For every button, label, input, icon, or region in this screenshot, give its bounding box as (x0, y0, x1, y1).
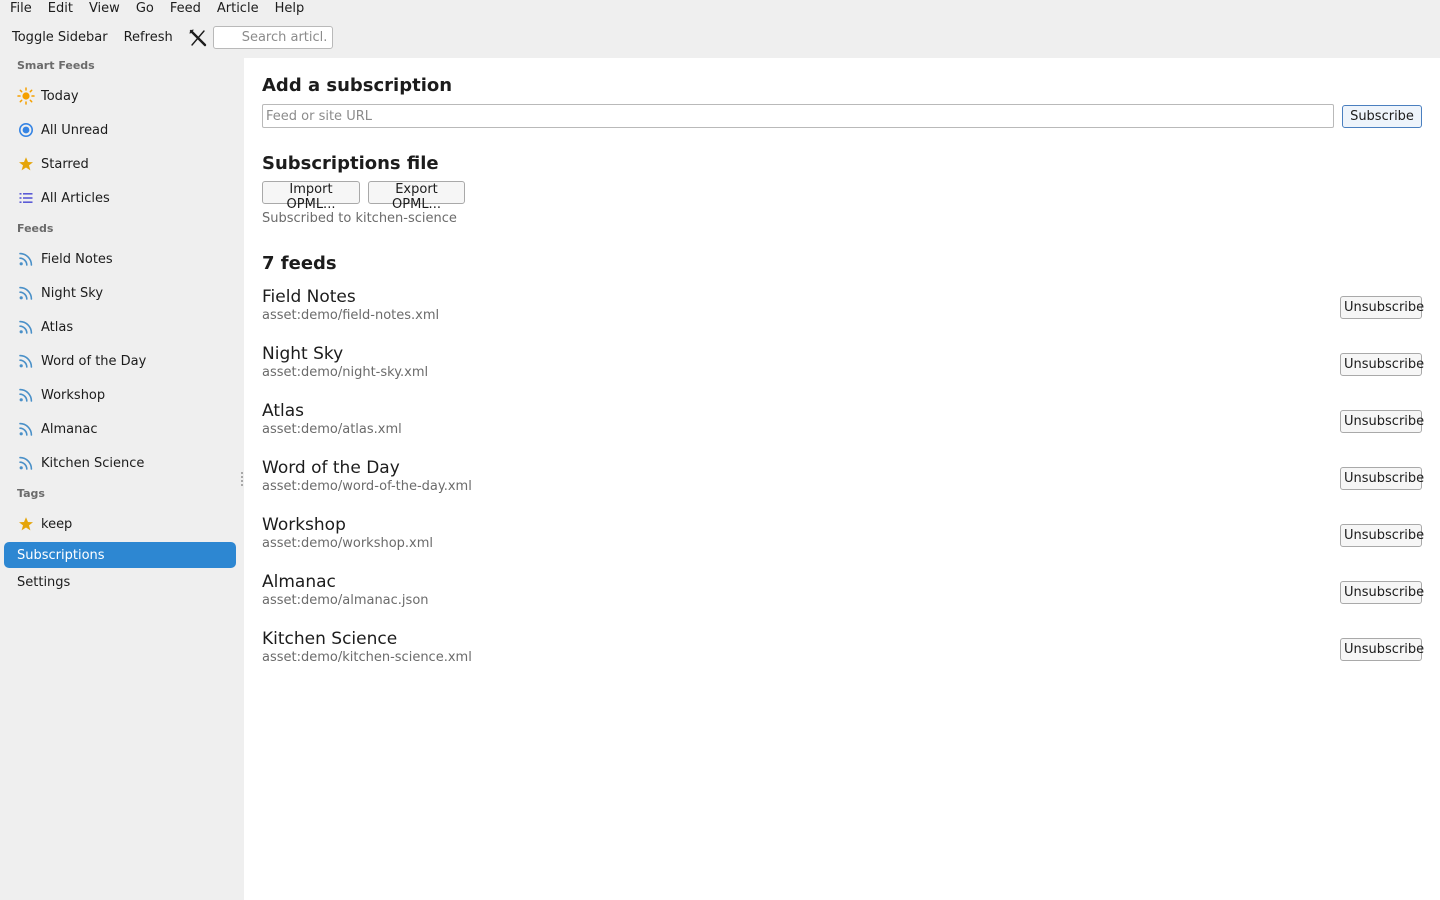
sidebar-item-night-sky[interactable]: Night Sky (4, 280, 236, 306)
tags-heading: Tags (17, 487, 45, 500)
rss-icon (17, 454, 35, 472)
unsubscribe-button[interactable]: Unsubscribe (1340, 638, 1424, 661)
feed-row: Almanac asset:demo/almanac.json Unsubscrib… (262, 572, 1424, 616)
sidebar-item-label: Atlas (41, 319, 74, 335)
feed-row: Night Sky asset:demo/night-sky.xml Unsubsc… (262, 344, 1424, 388)
menu-feed[interactable]: Feed (164, 0, 207, 17)
unsubscribe-button[interactable]: Unsubscribe (1340, 353, 1424, 376)
close-x-icon[interactable] (187, 27, 209, 49)
menu-help[interactable]: Help (269, 0, 311, 17)
feed-name: Kitchen Science (262, 629, 398, 649)
unsubscribe-button[interactable]: Unsubscribe (1340, 467, 1424, 490)
menu-edit[interactable]: Edit (42, 0, 79, 17)
add-subscription-heading: Add a subscription (262, 75, 453, 96)
subscriptions-panel: Add a subscription Subscribe Subscriptio… (244, 58, 1440, 900)
unsubscribe-button[interactable]: Unsubscribe (1340, 581, 1424, 604)
export-opml-button[interactable]: Export OPML... (368, 181, 465, 212)
menu-bar: File Edit View Go Feed Article Help (0, 0, 1440, 17)
feed-row: Word of the Day asset:demo/word-of-the-da… (262, 458, 1424, 502)
sidebar-item-atlas[interactable]: Atlas (4, 314, 236, 340)
sidebar-item-starred[interactable]: Starred (4, 151, 236, 177)
smart-feeds-heading: Smart Feeds (17, 59, 95, 72)
sidebar-item-today[interactable]: Today (4, 83, 236, 109)
feed-row: Atlas asset:demo/atlas.xml Unsubscribe (262, 401, 1424, 445)
feed-url: asset:demo/field-notes.xml (262, 308, 440, 323)
unsubscribe-button[interactable]: Unsubscribe (1340, 296, 1424, 319)
sidebar-item-label: Almanac (41, 421, 98, 437)
sidebar-item-workshop[interactable]: Workshop (4, 382, 236, 408)
feed-url: asset:demo/kitchen-science.xml (262, 650, 472, 665)
star-icon (17, 515, 35, 533)
unsubscribe-button[interactable]: Unsubscribe (1340, 410, 1424, 433)
toolbar: Toggle Sidebar Refresh (0, 17, 1440, 58)
sidebar-item-label: All Unread (41, 122, 109, 138)
search-input[interactable] (212, 26, 333, 49)
sidebar-item-label: Word of the Day (41, 353, 147, 369)
sidebar-item-settings[interactable]: Settings (4, 569, 236, 595)
rss-icon (17, 420, 35, 438)
feed-url: asset:demo/almanac.json (262, 593, 429, 608)
rss-icon (17, 318, 35, 336)
feed-url: asset:demo/atlas.xml (262, 422, 402, 437)
feed-url-input[interactable] (262, 104, 1334, 128)
feed-url: asset:demo/workshop.xml (262, 536, 434, 551)
sidebar-item-label: Subscriptions (17, 547, 105, 563)
unsubscribe-button[interactable]: Unsubscribe (1340, 524, 1424, 547)
feed-row: Field Notes asset:demo/field-notes.xml Uns… (262, 287, 1424, 331)
feed-row: Workshop asset:demo/workshop.xml Unsubscri… (262, 515, 1424, 559)
rss-icon (17, 386, 35, 404)
radio-circle-icon (17, 121, 35, 139)
sidebar-item-label: Workshop (41, 387, 106, 403)
sidebar-item-almanac[interactable]: Almanac (4, 416, 236, 442)
sidebar-resize-handle[interactable] (241, 472, 243, 488)
refresh-button[interactable]: Refresh (118, 30, 179, 45)
sidebar-item-subscriptions[interactable]: Subscriptions (4, 542, 236, 568)
menu-view[interactable]: View (83, 0, 126, 17)
sidebar-item-label: All Articles (41, 190, 110, 206)
sidebar-item-word-of-the-day[interactable]: Word of the Day (4, 348, 236, 374)
feed-name: Almanac (262, 572, 336, 592)
feed-name: Night Sky (262, 344, 344, 364)
sidebar-item-label: Night Sky (41, 285, 104, 301)
sidebar-item-label: Today (41, 88, 79, 104)
menu-file[interactable]: File (4, 0, 38, 17)
sidebar-item-label: Kitchen Science (41, 455, 145, 471)
subscribe-button[interactable]: Subscribe (1342, 105, 1422, 128)
sidebar-item-label: Settings (17, 574, 71, 590)
sidebar-item-all-unread[interactable]: All Unread (4, 117, 236, 143)
sidebar-item-label: Field Notes (41, 251, 113, 267)
sidebar-item-all-articles[interactable]: All Articles (4, 185, 236, 211)
feed-url: asset:demo/word-of-the-day.xml (262, 479, 472, 494)
sidebar-item-kitchen-science[interactable]: Kitchen Science (4, 450, 236, 476)
sun-icon (17, 87, 35, 105)
rss-icon (17, 352, 35, 370)
sidebar-item-label: keep (41, 516, 73, 532)
menu-article[interactable]: Article (211, 0, 265, 17)
toggle-sidebar-button[interactable]: Toggle Sidebar (6, 30, 114, 45)
feeds-heading: Feeds (17, 222, 54, 235)
list-icon (17, 189, 35, 207)
feed-url: asset:demo/night-sky.xml (262, 365, 429, 380)
menu-go[interactable]: Go (130, 0, 160, 17)
sidebar-item-label: Starred (41, 156, 89, 172)
feed-name: Workshop (262, 515, 346, 535)
import-opml-button[interactable]: Import OPML... (262, 181, 360, 212)
feed-name: Field Notes (262, 287, 356, 307)
rss-icon (17, 250, 35, 268)
feeds-count-heading: 7 feeds (262, 253, 337, 274)
star-icon (17, 155, 35, 173)
rss-icon (17, 284, 35, 302)
feed-name: Atlas (262, 401, 304, 421)
sidebar-item-tag-keep[interactable]: keep (4, 511, 236, 537)
status-message: Subscribed to kitchen-science (262, 211, 457, 226)
subscriptions-file-heading: Subscriptions file (262, 153, 439, 174)
feed-name: Word of the Day (262, 458, 400, 478)
sidebar-item-field-notes[interactable]: Field Notes (4, 246, 236, 272)
sidebar: Smart Feeds Today All Unread Starred All… (0, 58, 244, 900)
feed-row: Kitchen Science asset:demo/kitchen-scienc… (262, 629, 1424, 673)
